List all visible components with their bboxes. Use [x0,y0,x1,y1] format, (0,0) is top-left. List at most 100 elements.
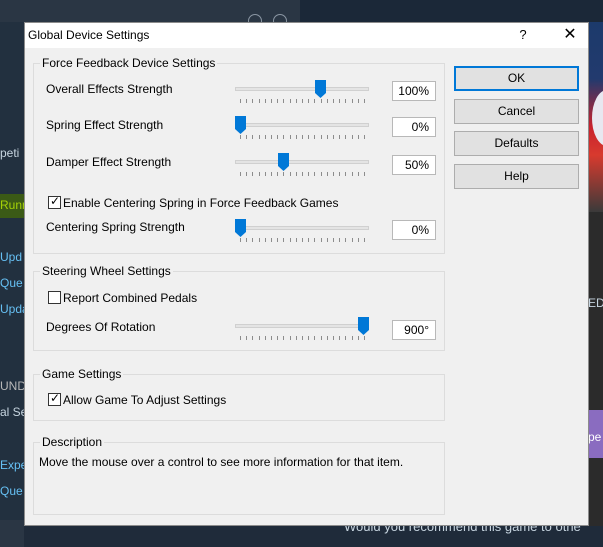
slider-tick [358,99,359,103]
slider-tick [314,99,315,103]
slider-thumb[interactable] [358,317,369,335]
slider-tick [352,99,353,103]
slider-tick [265,172,266,176]
slider-tick [283,135,284,139]
slider-tick [259,336,260,340]
slider-ticks [240,99,365,104]
slider-tick [277,135,278,139]
slider-tick [252,99,253,103]
close-icon[interactable]: ✕ [555,24,585,46]
slider-ticks [240,238,365,243]
help-button[interactable]: Help [454,164,579,189]
slider-tick [277,172,278,176]
report-combined-pedals-checkbox[interactable]: ✓ [48,291,61,304]
slider-tick [327,238,328,242]
slider-tick [265,135,266,139]
slider-tick [259,99,260,103]
slider-tick [358,238,359,242]
slider-tick [271,336,272,340]
slider-tick [290,99,291,103]
slider-tick [339,336,340,340]
slider-track[interactable] [235,87,369,91]
slider-thumb[interactable] [314,80,326,98]
slider-tick [271,99,272,103]
slider-tick [333,238,334,242]
slider-tick [314,336,315,340]
slider-tick [265,238,266,242]
allow-game-adjust-label[interactable]: Allow Game To Adjust Settings [63,393,226,407]
slider-tick [333,336,334,340]
slider-track[interactable] [235,123,369,127]
background-text: ED [588,296,603,310]
group-label: Game Settings [40,367,124,381]
damper-effect-label: Damper Effect Strength [46,155,172,169]
description-group: Description [33,435,445,515]
background-text: Que [0,276,23,290]
damper-effect-value: 50% [392,155,436,175]
defaults-button[interactable]: Defaults [454,131,579,156]
cancel-button[interactable]: Cancel [454,99,579,124]
slider-track[interactable] [235,226,369,230]
overall-effects-value: 100% [392,81,436,101]
slider-tick [277,336,278,340]
slider-tick [364,99,365,103]
slider-tick [277,238,278,242]
slider-tick [345,238,346,242]
slider-tick [352,336,353,340]
slider-track[interactable] [235,160,369,164]
allow-game-adjust-checkbox[interactable]: ✓ [48,391,61,406]
ok-button[interactable]: OK [454,66,579,91]
slider-thumb[interactable] [235,219,246,237]
slider-tick [240,172,241,176]
slider-tick [321,99,322,103]
slider-tick [283,238,284,242]
slider-tick [339,172,340,176]
slider-tick [364,336,365,340]
slider-tick [308,172,309,176]
slider-tick [358,172,359,176]
group-label: Force Feedback Device Settings [40,56,218,70]
slider-tick [302,99,303,103]
slider-tick [271,172,272,176]
slider-tick [352,135,353,139]
slider-tick [352,238,353,242]
slider-tick [314,172,315,176]
slider-tick [277,99,278,103]
slider-tick [327,135,328,139]
background-bottom-left [0,520,24,547]
slider-tick [345,172,346,176]
centering-spring-label: Centering Spring Strength [46,220,185,234]
report-combined-pedals-label[interactable]: Report Combined Pedals [63,291,197,305]
slider-tick [345,135,346,139]
slider-tick [290,336,291,340]
enable-centering-spring-checkbox[interactable]: ✓ [48,194,61,209]
slider-tick [333,135,334,139]
slider-tick [308,238,309,242]
slider-tick [321,336,322,340]
dialog-title: Global Device Settings [28,28,150,42]
slider-tick [246,135,247,139]
slider-tick [358,336,359,340]
spring-effect-label: Spring Effect Strength [46,118,164,132]
slider-tick [364,172,365,176]
slider-tick [302,336,303,340]
slider-thumb[interactable] [235,116,246,134]
slider-tick [358,135,359,139]
slider-tick [296,238,297,242]
slider-tick [246,336,247,340]
slider-tick [302,238,303,242]
enable-centering-spring-label[interactable]: Enable Centering Spring in Force Feedbac… [63,196,338,210]
slider-tick [327,172,328,176]
slider-track[interactable] [235,324,369,328]
slider-thumb[interactable] [278,153,290,171]
help-question-icon[interactable]: ? [510,24,536,46]
background-text: Que [0,484,23,498]
slider-tick [364,238,365,242]
slider-tick [283,336,284,340]
background-text: peti [0,146,20,160]
slider-tick [252,336,253,340]
slider-tick [290,135,291,139]
slider-tick [246,99,247,103]
slider-tick [345,336,346,340]
dialog-titlebar[interactable]: Global Device Settings ? ✕ [25,23,588,48]
